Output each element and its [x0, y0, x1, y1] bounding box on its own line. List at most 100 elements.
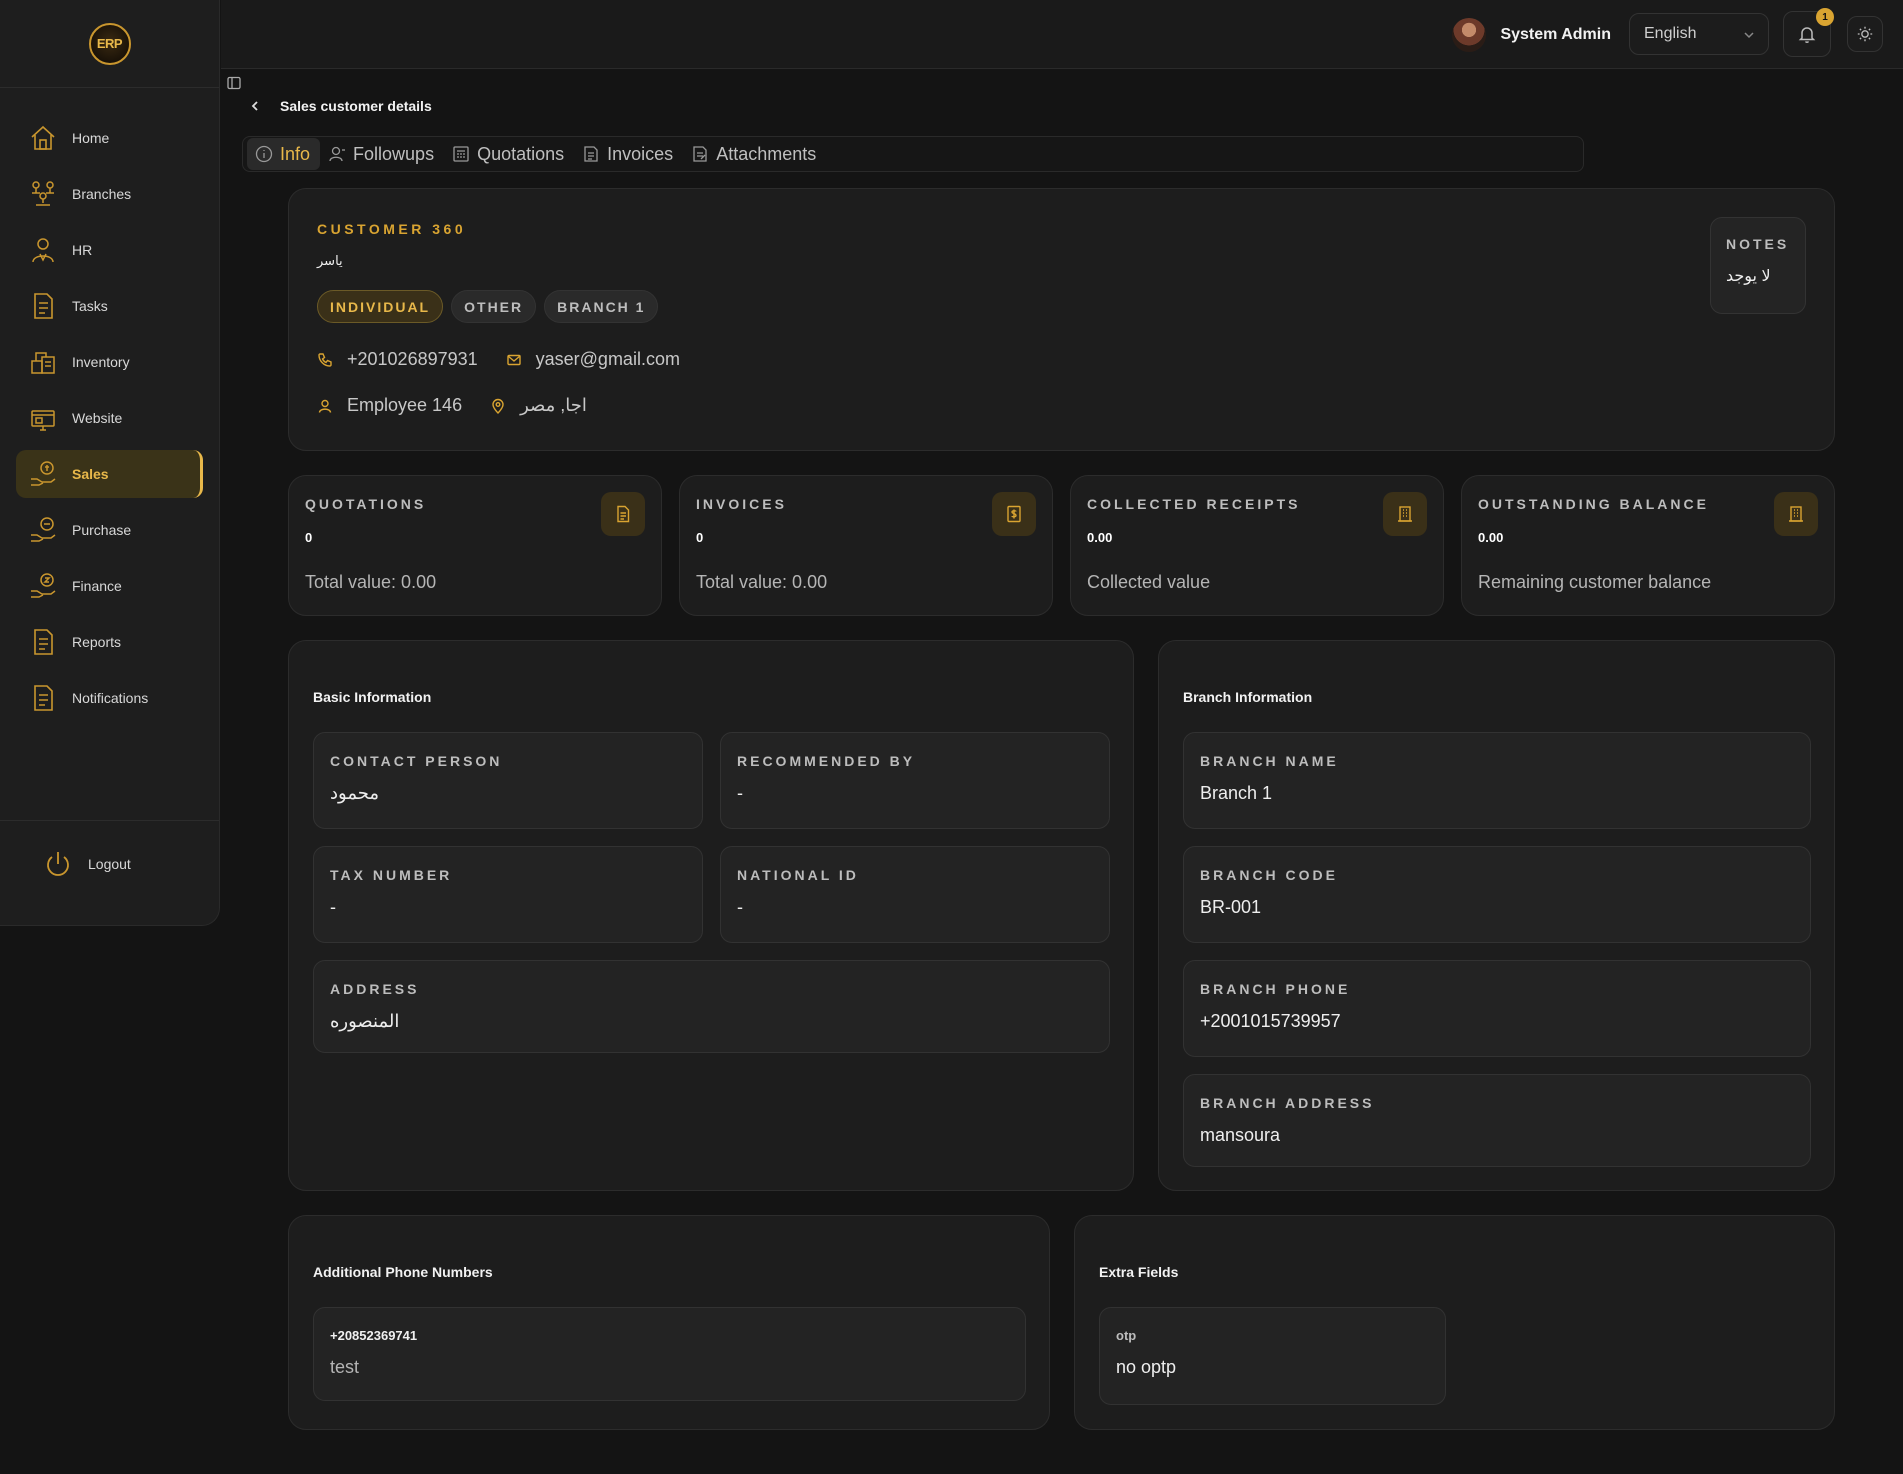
- user-icon: [317, 398, 333, 414]
- sidebar-item-finance[interactable]: Finance: [16, 562, 203, 610]
- stat-value: 0.00: [1478, 530, 1504, 545]
- sidebar-toggle-icon[interactable]: [226, 75, 242, 91]
- sidebar-item-website[interactable]: Website: [16, 394, 203, 442]
- sidebar-item-purchase[interactable]: Purchase: [16, 506, 203, 554]
- customer-type-badge: INDIVIDUAL: [317, 290, 444, 323]
- list-item: +20852369741 test: [313, 1307, 1026, 1401]
- stat-value: 0: [696, 530, 704, 545]
- section-title: Extra Fields: [1099, 1264, 1179, 1280]
- customer-location: اجا, مصر: [520, 395, 587, 415]
- customer-phone: +201026897931: [347, 349, 478, 369]
- tab-followups[interactable]: Followups: [320, 138, 444, 170]
- document-icon: [28, 627, 58, 657]
- document-icon: [28, 291, 58, 321]
- field-label: BRANCH ADDRESS: [1200, 1095, 1375, 1111]
- theme-toggle-button[interactable]: [1847, 16, 1883, 52]
- building-icon: [1383, 492, 1427, 536]
- section-title: Additional Phone Numbers: [313, 1264, 493, 1280]
- phone-icon: [317, 352, 333, 368]
- breadcrumb: Sales customer details: [248, 98, 432, 114]
- field-value: +2001015739957: [1200, 1011, 1341, 1031]
- sidebar-item-tasks[interactable]: Tasks: [16, 282, 203, 330]
- bell-icon: [1797, 24, 1817, 44]
- calculator-icon: [452, 145, 470, 163]
- stat-label: QUOTATIONS: [305, 496, 427, 512]
- dollar-receipt-icon: [992, 492, 1036, 536]
- sidebar-item-hr[interactable]: HR: [16, 226, 203, 274]
- tab-invoices[interactable]: Invoices: [574, 138, 683, 170]
- field-value: محمود: [330, 783, 379, 803]
- stat-card-outstanding-balance: OUTSTANDING BALANCE 0.00 Remaining custo…: [1461, 475, 1835, 616]
- sidebar-nav: Home Branches HR Tasks Inventory Website…: [0, 88, 219, 722]
- language-select[interactable]: English: [1629, 13, 1769, 55]
- stat-label: OUTSTANDING BALANCE: [1478, 496, 1709, 512]
- sidebar-divider: [0, 820, 219, 821]
- user-menu[interactable]: System Admin: [1452, 18, 1611, 52]
- power-icon: [42, 848, 74, 880]
- tab-quotations[interactable]: Quotations: [444, 138, 574, 170]
- field-value: المنصوره: [330, 1011, 400, 1031]
- customer-branch-badge: BRANCH 1: [544, 290, 659, 323]
- customer-source-badge: OTHER: [451, 290, 537, 323]
- field-branch-phone: BRANCH PHONE +2001015739957: [1183, 960, 1811, 1057]
- logout-label: Logout: [88, 856, 131, 872]
- back-arrow-icon[interactable]: [248, 99, 262, 113]
- tab-label: Info: [280, 143, 311, 164]
- sidebar-item-home[interactable]: Home: [16, 114, 203, 162]
- stat-card-quotations: QUOTATIONS 0 Total value: 0.00: [288, 475, 662, 616]
- contact-row-secondary: Employee 146 اجا, مصر: [317, 395, 587, 416]
- tab-attachments[interactable]: Attachments: [683, 138, 826, 170]
- field-label: ADDRESS: [330, 981, 420, 997]
- tab-label: Invoices: [607, 143, 674, 164]
- field-label: TAX NUMBER: [330, 867, 453, 883]
- field-branch-name: BRANCH NAME Branch 1: [1183, 732, 1811, 829]
- sidebar-item-label: Notifications: [72, 690, 149, 706]
- field-label: BRANCH PHONE: [1200, 981, 1351, 997]
- sun-icon: [1856, 25, 1874, 43]
- info-icon: [255, 145, 273, 163]
- notes-value: لا يوجد: [1726, 268, 1771, 285]
- page-title: Sales customer details: [280, 98, 432, 114]
- field-value: -: [737, 783, 743, 803]
- field-value: mansoura: [1200, 1125, 1281, 1145]
- extra-field-value: no optp: [1116, 1357, 1177, 1377]
- erp-logo[interactable]: ERP: [88, 22, 131, 65]
- document-icon: [601, 492, 645, 536]
- stat-subtext: Collected value: [1087, 572, 1211, 592]
- tab-info[interactable]: Info: [247, 138, 321, 170]
- customer-name: ياسر: [317, 253, 343, 268]
- invoice-icon: [582, 145, 600, 163]
- stat-card-collected-receipts: COLLECTED RECEIPTS 0.00 Collected value: [1070, 475, 1444, 616]
- sidebar-item-sales[interactable]: Sales: [16, 450, 203, 498]
- field-label: BRANCH CODE: [1200, 867, 1338, 883]
- purchase-icon: [28, 515, 58, 545]
- sidebar-item-reports[interactable]: Reports: [16, 618, 203, 666]
- sidebar-item-label: Finance: [72, 578, 122, 594]
- avatar: [1452, 18, 1487, 52]
- notifications-button[interactable]: 1: [1783, 8, 1834, 57]
- sidebar-item-branches[interactable]: Branches: [16, 170, 203, 218]
- sidebar: ERP Home Branches HR Tasks Inventory Web…: [0, 0, 220, 926]
- sidebar-item-label: Purchase: [72, 522, 132, 538]
- topbar: System Admin English 1: [221, 0, 1903, 69]
- building-icon: [1774, 492, 1818, 536]
- stat-value: 0.00: [1087, 530, 1113, 545]
- additional-phones-card: Additional Phone Numbers +20852369741 te…: [288, 1215, 1050, 1430]
- stat-subtext: Total value: 0.00: [696, 572, 828, 592]
- location-pin-icon: [490, 398, 506, 414]
- hr-icon: [28, 235, 58, 265]
- field-branch-code: BRANCH CODE BR-001: [1183, 846, 1811, 943]
- customer-email: yaser@gmail.com: [535, 349, 680, 369]
- logout-button[interactable]: Logout: [42, 848, 131, 880]
- sidebar-item-notifications[interactable]: Notifications: [16, 674, 203, 722]
- sidebar-item-label: Branches: [72, 186, 132, 202]
- notes-label: NOTES: [1726, 236, 1790, 252]
- sidebar-item-inventory[interactable]: Inventory: [16, 338, 203, 386]
- tab-label: Quotations: [477, 143, 565, 164]
- additional-phone-note: test: [330, 1357, 360, 1377]
- extra-fields-card: Extra Fields otp no optp: [1074, 1215, 1835, 1430]
- additional-phone-number: +20852369741: [330, 1328, 418, 1343]
- sidebar-item-label: Inventory: [72, 354, 130, 370]
- customer-employee: Employee 146: [347, 395, 463, 415]
- sidebar-item-label: Tasks: [72, 298, 108, 314]
